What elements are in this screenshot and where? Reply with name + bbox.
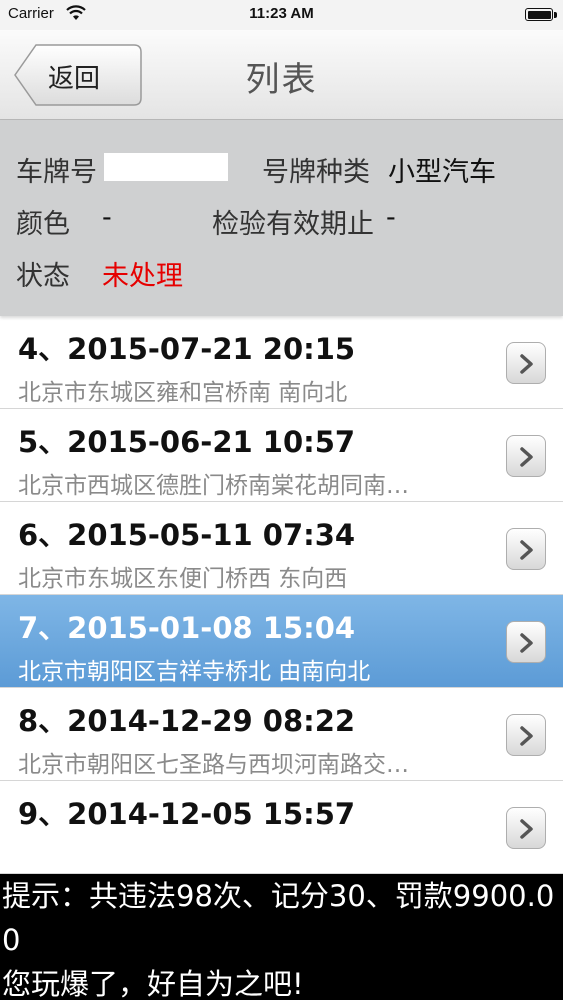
detail-disclosure-button[interactable] [506,435,546,477]
plate-number-redacted [104,153,228,181]
status-value: 未处理 [102,261,183,292]
violation-address: 北京市西城区德胜门桥南棠花胡同南… [18,473,409,499]
violation-title: 4、2015-07-21 20:15 [18,332,356,366]
chevron-right-icon [520,540,533,560]
tip-footer: 提示：共违法98次、记分30、罚款9900.00 您玩爆了，好自为之吧! [0,874,563,1000]
tip-text: 提示：共违法98次、记分30、罚款9900.00 您玩爆了，好自为之吧! [2,874,558,1000]
battery-tip [554,12,557,18]
color-label: 颜色 [16,209,70,240]
violation-row[interactable]: 6、2015-05-11 07:34 北京市东城区东便门桥西 东向西 [0,502,563,595]
violation-list[interactable]: 北京市丰台区西客站北广场西天桥 东向西4、2015-07-21 20:15北京市… [0,270,563,874]
battery-icon [525,8,553,21]
plate-type-label: 号牌种类 [262,157,370,188]
violation-title: 7、2015-01-08 15:04 [18,611,356,645]
navigation-bar: 返回 列表 [0,30,563,120]
detail-disclosure-button[interactable] [506,714,546,756]
inspection-value: - [386,202,396,233]
detail-disclosure-button[interactable] [506,528,546,570]
tip-remark: 您玩爆了，好自为之吧! [2,967,304,1000]
chevron-right-icon [520,447,533,467]
chevron-right-icon [520,726,533,746]
violation-row[interactable]: 9、2014-12-05 15:57 [0,781,563,874]
detail-disclosure-button[interactable] [506,342,546,384]
chevron-right-icon [520,354,533,374]
color-value: - [102,202,112,233]
violation-address: 北京市朝阳区吉祥寺桥北 由南向北 [18,659,371,685]
tip-summary: 提示：共违法98次、记分30、罚款9900.00 [2,879,555,957]
detail-disclosure-button[interactable] [506,807,546,849]
plate-label: 车牌号 [16,157,97,188]
detail-disclosure-button[interactable] [506,621,546,663]
plate-type-value: 小型汽车 [388,157,496,188]
vehicle-info-panel: 车牌号 号牌种类 小型汽车 颜色 - 检验有效期止 - 状态 未处理 [0,120,563,316]
chevron-right-icon [520,819,533,839]
violation-row[interactable]: 8、2014-12-29 08:22 北京市朝阳区七圣路与西坝河南路交… [0,688,563,781]
status-label: 状态 [16,261,70,292]
violation-row[interactable]: 5、2015-06-21 10:57 北京市西城区德胜门桥南棠花胡同南… [0,409,563,502]
violation-title: 8、2014-12-29 08:22 [18,704,356,738]
status-bar: Carrier 11:23 AM [0,0,563,30]
status-time: 11:23 AM [249,5,314,22]
violation-address: 北京市朝阳区七圣路与西坝河南路交… [18,752,409,778]
violation-title: 9、2014-12-05 15:57 [18,797,356,831]
violation-address: 北京市东城区雍和宫桥南 南向北 [18,380,348,406]
violation-title: 5、2015-06-21 10:57 [18,425,356,459]
page-title: 列表 [245,60,318,100]
violation-title: 6、2015-05-11 07:34 [18,518,356,552]
violation-row[interactable]: 7、2015-01-08 15:04 北京市朝阳区吉祥寺桥北 由南向北 [0,595,563,688]
violation-address: 北京市东城区东便门桥西 东向西 [18,566,348,592]
violation-row[interactable]: 4、2015-07-21 20:15 北京市东城区雍和宫桥南 南向北 [0,316,563,409]
chevron-right-icon [520,633,533,653]
inspection-label: 检验有效期止 [212,209,374,240]
